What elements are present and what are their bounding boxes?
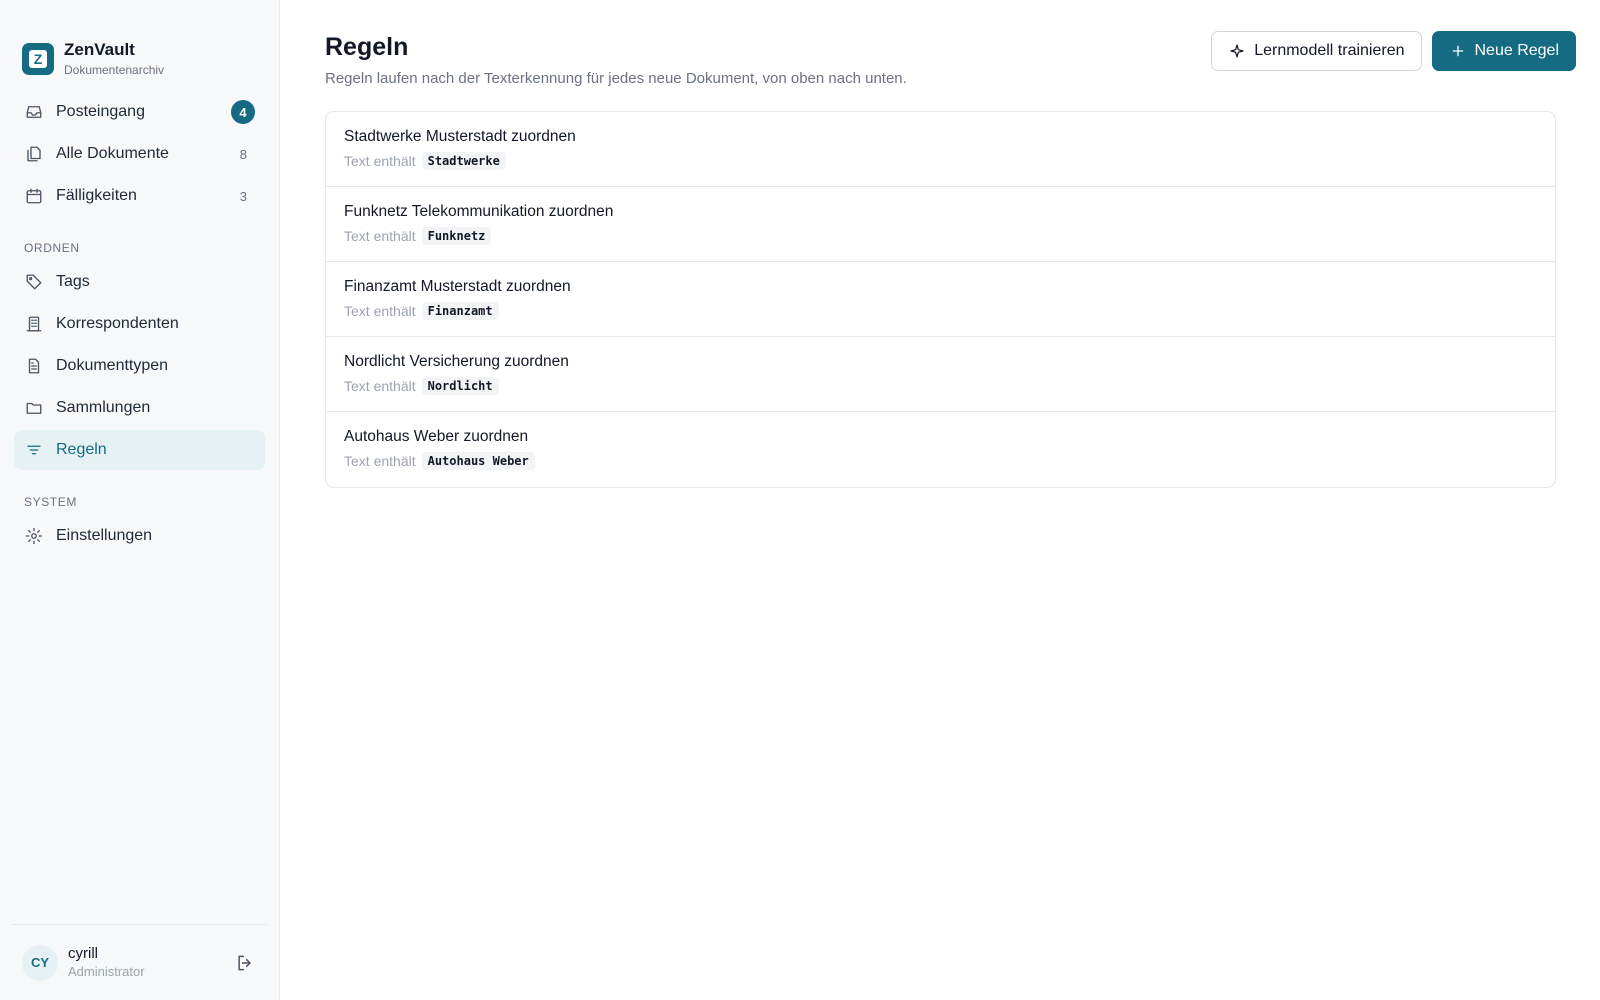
list-item[interactable]: Nordlicht Versicherung zuordnen Text ent… — [326, 337, 1555, 412]
page-description: Regeln laufen nach der Texterkennung für… — [325, 70, 907, 87]
sidebar-item-alle-dokumente[interactable]: Alle Dokumente 8 — [14, 134, 265, 174]
tag-icon — [24, 272, 44, 292]
condition-value: Finanzamt — [421, 302, 499, 320]
condition-label: Text enthält — [344, 153, 416, 169]
folder-icon — [24, 398, 44, 418]
sidebar-item-sammlungen[interactable]: Sammlungen — [14, 388, 265, 428]
condition-label: Text enthält — [344, 453, 416, 469]
sidebar-nav-organize: Tags Korrespondenten Dokumenttypen Samml… — [0, 262, 279, 472]
condition-value: Stadtwerke — [421, 152, 506, 170]
avatar[interactable]: CY — [22, 944, 58, 981]
sidebar-item-faelligkeiten[interactable]: Fälligkeiten 3 — [14, 176, 265, 216]
brand: Z ZenVault Dokumentenarchiv — [0, 0, 279, 92]
brand-name: ZenVault — [64, 40, 135, 59]
sidebar-item-label: Einstellungen — [56, 527, 153, 544]
unread-badge: 4 — [231, 100, 255, 124]
rule-name: Funknetz Telekommunikation zuordnen — [344, 203, 614, 220]
condition-label: Text enthält — [344, 303, 416, 319]
user-panel: CY cyrill Administrator — [12, 924, 267, 1000]
logo-icon: Z — [22, 43, 54, 75]
sidebar-item-tags[interactable]: Tags — [14, 262, 265, 302]
rule-name: Finanzamt Musterstadt zuordnen — [344, 278, 571, 295]
condition-value: Funknetz — [421, 227, 492, 245]
rule-name: Autohaus Weber zuordnen — [344, 428, 529, 445]
brand-subtitle: Dokumentenarchiv — [64, 63, 165, 77]
train-model-label: Lernmodell trainieren — [1254, 42, 1405, 59]
sidebar-item-dokumenttypen[interactable]: Dokumenttypen — [14, 346, 265, 386]
list-item[interactable]: Finanzamt Musterstadt zuordnen Text enth… — [326, 262, 1555, 337]
list-item[interactable]: Funknetz Telekommunikation zuordnen Text… — [326, 187, 1555, 262]
condition-value: Autohaus Weber — [421, 452, 535, 470]
sidebar-item-regeln[interactable]: Regeln — [14, 430, 265, 470]
gear-icon — [24, 526, 44, 546]
inbox-icon — [24, 102, 44, 122]
page-header: Regeln Regeln laufen nach der Texterkenn… — [325, 31, 1576, 87]
document-count: 8 — [239, 146, 247, 162]
rule-name: Stadtwerke Musterstadt zuordnen — [344, 128, 576, 145]
logout-icon[interactable] — [233, 951, 257, 975]
user-name: cyrill — [68, 944, 98, 962]
svg-text:Z: Z — [34, 51, 43, 67]
documents-icon — [24, 144, 44, 164]
new-rule-button[interactable]: Neue Regel — [1431, 31, 1576, 71]
sidebar-nav: Posteingang 4 Alle Dokumente 8 Fälligkei… — [0, 92, 279, 218]
section-label-system: SYSTEM — [24, 495, 77, 509]
building-icon — [24, 314, 44, 334]
main-content: Regeln Regeln laufen nach der Texterkenn… — [280, 0, 1600, 1000]
sidebar-item-label: Posteingang — [56, 103, 145, 120]
due-count: 3 — [239, 188, 247, 204]
sidebar: Z ZenVault Dokumentenarchiv Posteingang … — [0, 0, 280, 1000]
sidebar-item-posteingang[interactable]: Posteingang 4 — [14, 92, 265, 132]
train-model-button[interactable]: Lernmodell trainieren — [1211, 31, 1422, 71]
page-title: Regeln — [325, 33, 409, 61]
condition-value: Nordlicht — [421, 377, 499, 395]
sidebar-item-korrespondenten[interactable]: Korrespondenten — [14, 304, 265, 344]
file-text-icon — [24, 356, 44, 376]
list-item[interactable]: Stadtwerke Musterstadt zuordnen Text ent… — [326, 112, 1555, 187]
rule-name: Nordlicht Versicherung zuordnen — [344, 353, 569, 370]
user-role: Administrator — [68, 963, 145, 979]
new-rule-label: Neue Regel — [1474, 42, 1560, 59]
sidebar-item-label: Sammlungen — [56, 399, 151, 416]
condition-label: Text enthält — [344, 378, 416, 394]
sidebar-item-label: Dokumenttypen — [56, 357, 169, 374]
sparkle-icon — [1228, 42, 1246, 60]
sidebar-item-einstellungen[interactable]: Einstellungen — [14, 516, 265, 556]
list-item[interactable]: Autohaus Weber zuordnen Text enthält Aut… — [326, 412, 1555, 487]
calendar-icon — [24, 186, 44, 206]
sidebar-item-label: Regeln — [56, 441, 107, 458]
condition-label: Text enthält — [344, 228, 416, 244]
sidebar-nav-system: Einstellungen — [0, 516, 279, 558]
header-actions: Lernmodell trainieren Neue Regel — [1211, 31, 1576, 71]
filter-icon — [24, 440, 44, 460]
sidebar-item-label: Alle Dokumente — [56, 145, 169, 162]
plus-icon — [1449, 42, 1467, 60]
sidebar-item-label: Korrespondenten — [56, 315, 179, 332]
section-label-ordnen: ORDNEN — [24, 241, 80, 255]
rules-list: Stadtwerke Musterstadt zuordnen Text ent… — [325, 111, 1556, 488]
sidebar-item-label: Fälligkeiten — [56, 187, 137, 204]
sidebar-item-label: Tags — [56, 273, 90, 290]
